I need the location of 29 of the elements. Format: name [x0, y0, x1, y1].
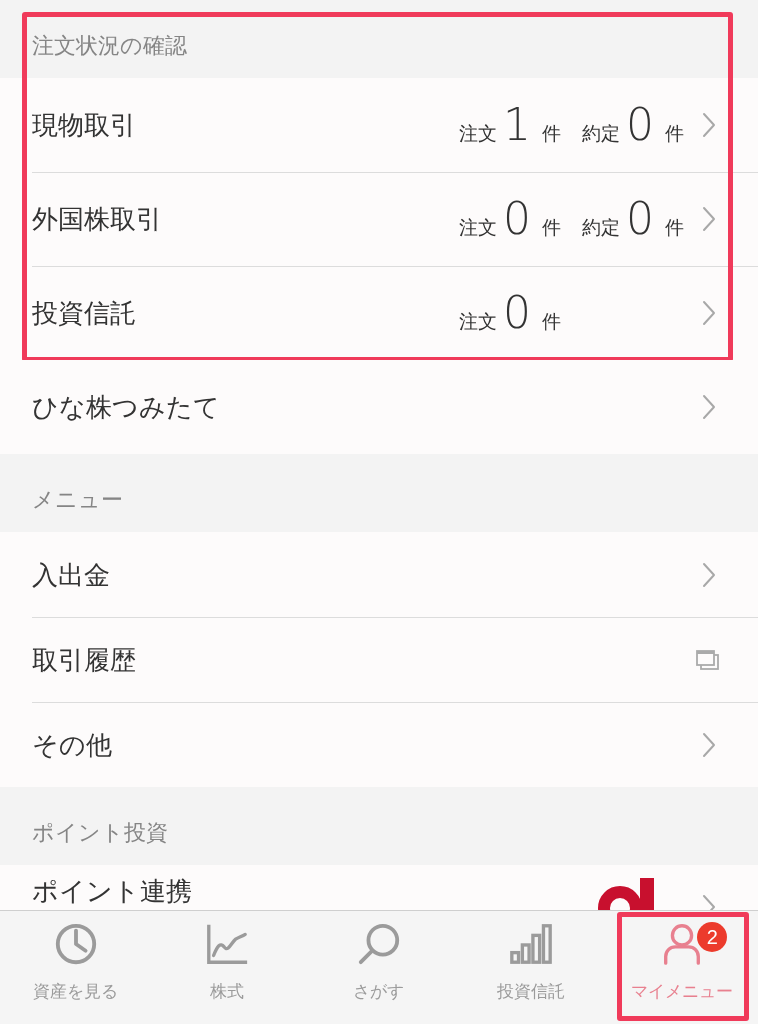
search-icon	[356, 921, 402, 967]
count-label: 注文	[459, 217, 497, 239]
count-value: 0	[626, 197, 654, 241]
count-label: 注文	[459, 311, 497, 333]
count-value: 1	[503, 103, 531, 147]
chevron-right-icon	[702, 561, 716, 588]
count-unit: 件	[665, 217, 684, 239]
count-value: 0	[626, 103, 654, 147]
count-unit: 件	[542, 123, 561, 145]
tab[interactable]: マイメニュー 2	[606, 911, 758, 1024]
count-label: 注文	[459, 123, 497, 145]
chevron-right-icon	[702, 206, 716, 232]
count-unit: 件	[665, 123, 684, 145]
count-label: 約定	[582, 123, 620, 145]
count-label: 約定	[582, 217, 620, 239]
notification-badge: 2	[697, 922, 728, 952]
count-value: 0	[503, 291, 531, 335]
chevron-right-icon	[702, 112, 716, 138]
chevron-right-icon	[702, 300, 716, 326]
chevron-right-icon	[702, 731, 716, 758]
section-header: 注文状況の確認	[0, 0, 758, 78]
count-value: 0	[503, 197, 531, 241]
window-icon	[696, 648, 720, 671]
count-unit: 件	[542, 311, 561, 333]
section-header: ポイント投資	[0, 787, 758, 865]
chevron-right-icon	[702, 394, 716, 420]
count-unit: 件	[542, 217, 561, 239]
bar-chart-icon	[507, 921, 554, 967]
section-header: メニュー	[0, 454, 758, 532]
